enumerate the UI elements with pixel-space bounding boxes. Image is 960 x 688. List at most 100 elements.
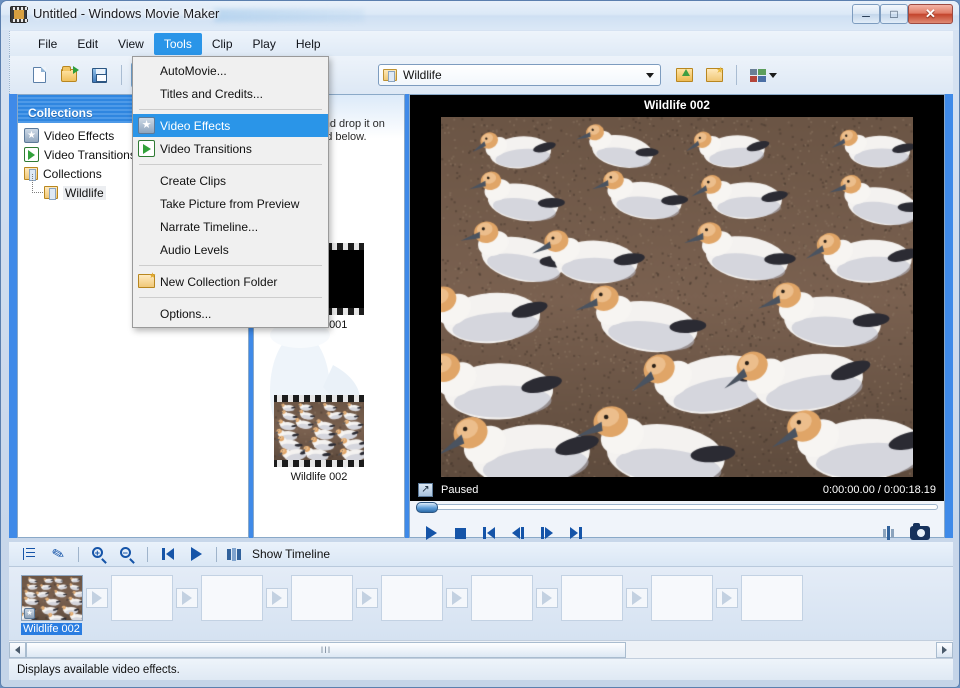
close-icon: ✕ [925,6,936,21]
menu-item-label: New Collection Folder [160,274,278,289]
menu-item-create-clips[interactable]: Create Clips [133,169,328,192]
open-project-button[interactable] [56,62,82,88]
play-storyboard-button[interactable] [185,544,207,564]
maximize-button[interactable]: □ [880,4,908,24]
timecode-display: 0:00:00.00 / 0:00:18.19 [822,484,936,496]
storyboard-cell-empty[interactable] [201,575,263,621]
tools-dropdown-menu: AutoMovie... Titles and Credits... Video… [132,56,329,328]
storyboard-scrollbar[interactable]: III [9,640,953,658]
menu-view[interactable]: View [108,33,154,55]
menu-file[interactable]: File [28,33,67,55]
menu-item-label: Titles and Credits... [160,86,263,101]
menu-item-label: Narrate Timeline... [160,219,259,234]
menu-help[interactable]: Help [286,33,331,55]
scroll-left-button[interactable] [9,641,26,658]
views-button[interactable] [746,62,780,88]
storyboard-item[interactable]: Wildlife 002 [21,575,83,635]
storyboard-cell-empty[interactable] [741,575,803,621]
close-button[interactable]: ✕ [908,4,953,24]
up-one-level-button[interactable] [671,62,697,88]
storyboard-transition-slot[interactable] [533,575,561,621]
save-project-button[interactable] [86,62,112,88]
collection-combobox[interactable]: Wildlife [378,64,661,86]
stop-button[interactable] [449,522,471,544]
narrate-timeline-button[interactable] [19,544,41,564]
tree-item-label: Collections [43,166,102,181]
storyboard-transition-slot[interactable] [83,575,111,621]
take-picture-button[interactable] [906,522,934,544]
storyboard-cell-empty[interactable] [561,575,623,621]
chevron-down-icon[interactable] [642,66,658,84]
menu-item-video-transitions[interactable]: Video Transitions [133,137,328,160]
up-folder-icon [675,68,693,82]
rewind-storyboard-button[interactable] [157,544,179,564]
menu-item-titles-and-credits[interactable]: Titles and Credits... [133,82,328,105]
menu-item-audio-levels[interactable]: Audio Levels [133,238,328,261]
menu-item-take-picture-from-preview[interactable]: Take Picture from Preview [133,192,328,215]
split-icon [879,526,897,541]
menu-tools[interactable]: Tools [153,32,202,55]
play-button[interactable] [420,522,442,544]
previous-frame-button[interactable] [478,522,500,544]
next-frame-button[interactable] [565,522,587,544]
movie-maker-window: Untitled - Windows Movie Maker – □ ✕ Fil… [0,0,960,688]
storyboard-transition-slot[interactable] [623,575,651,621]
storyboard-transition-slot[interactable] [353,575,381,621]
new-folder-icon: ★ [705,66,724,82]
new-collection-folder-button[interactable]: ★ [701,62,727,88]
zoom-in-button[interactable]: + [88,544,110,564]
show-timeline-label[interactable]: Show Timeline [252,547,330,561]
playback-status: Paused [441,484,479,496]
storyboard-transition-slot[interactable] [443,575,471,621]
minimize-button[interactable]: – [852,4,880,24]
collections-view-button[interactable] [340,62,366,88]
split-clip-button[interactable] [877,522,899,544]
menu-item-new-collection-folder[interactable]: New Collection Folder [133,270,328,293]
scrollbar-grip: III [320,644,332,655]
audio-levels-button[interactable]: ✎ [47,544,69,565]
video-display[interactable] [410,114,944,479]
back-button[interactable] [507,522,529,544]
storyboard-transition-slot[interactable] [713,575,741,621]
preview-monitor: Wildlife 002 Paused 0:00:00.00 / 0:00:18… [409,94,945,540]
new-folder-icon [138,271,156,288]
forward-button[interactable] [536,522,558,544]
storyboard-cell-empty[interactable] [291,575,353,621]
storyboard-transition-slot[interactable] [263,575,291,621]
toolbar-separator-1 [121,65,122,85]
storyboard-transition-slot[interactable] [173,575,201,621]
menu-item-video-effects[interactable]: Video Effects [133,114,328,137]
scroll-right-button[interactable] [936,641,953,658]
storyboard-cell-filled[interactable] [21,575,83,621]
menu-edit[interactable]: Edit [67,33,108,55]
transition-arrow-icon [86,588,108,608]
storyboard-clip-caption: Wildlife 002 [21,623,82,635]
menu-item-options[interactable]: Options... [133,302,328,325]
show-timeline-button[interactable] [226,544,244,564]
film-strip-thumbnail [274,395,364,467]
storyboard-cell-empty[interactable] [471,575,533,621]
seek-thumb[interactable] [416,502,438,513]
clip-item[interactable]: Wildlife 002 [274,395,364,483]
menu-play[interactable]: Play [243,33,286,55]
seek-bar[interactable] [416,502,938,513]
menu-item-automovie[interactable]: AutoMovie... [133,59,328,82]
scrollbar-thumb[interactable]: III [26,641,626,658]
play-icon [425,526,437,540]
storyboard-cell-empty[interactable] [111,575,173,621]
zoom-out-button[interactable]: − [116,544,138,564]
new-project-button[interactable] [26,62,52,88]
fullscreen-icon[interactable] [418,483,433,497]
storyboard-cell-empty[interactable] [651,575,713,621]
toolbar-separator-2 [736,65,737,85]
storyboard-strip[interactable]: Wildlife 002 [9,566,953,640]
movie-film-icon [10,6,28,23]
menu-item-label: AutoMovie... [160,63,227,78]
title-bar: Untitled - Windows Movie Maker – □ ✕ [1,1,959,30]
status-bar: Displays available video effects. [9,658,953,680]
storyboard-cell-empty[interactable] [381,575,443,621]
menu-item-narrate-timeline[interactable]: Narrate Timeline... [133,215,328,238]
transition-arrow-icon [176,588,198,608]
menu-clip[interactable]: Clip [202,33,243,55]
maximize-icon: □ [890,7,898,21]
